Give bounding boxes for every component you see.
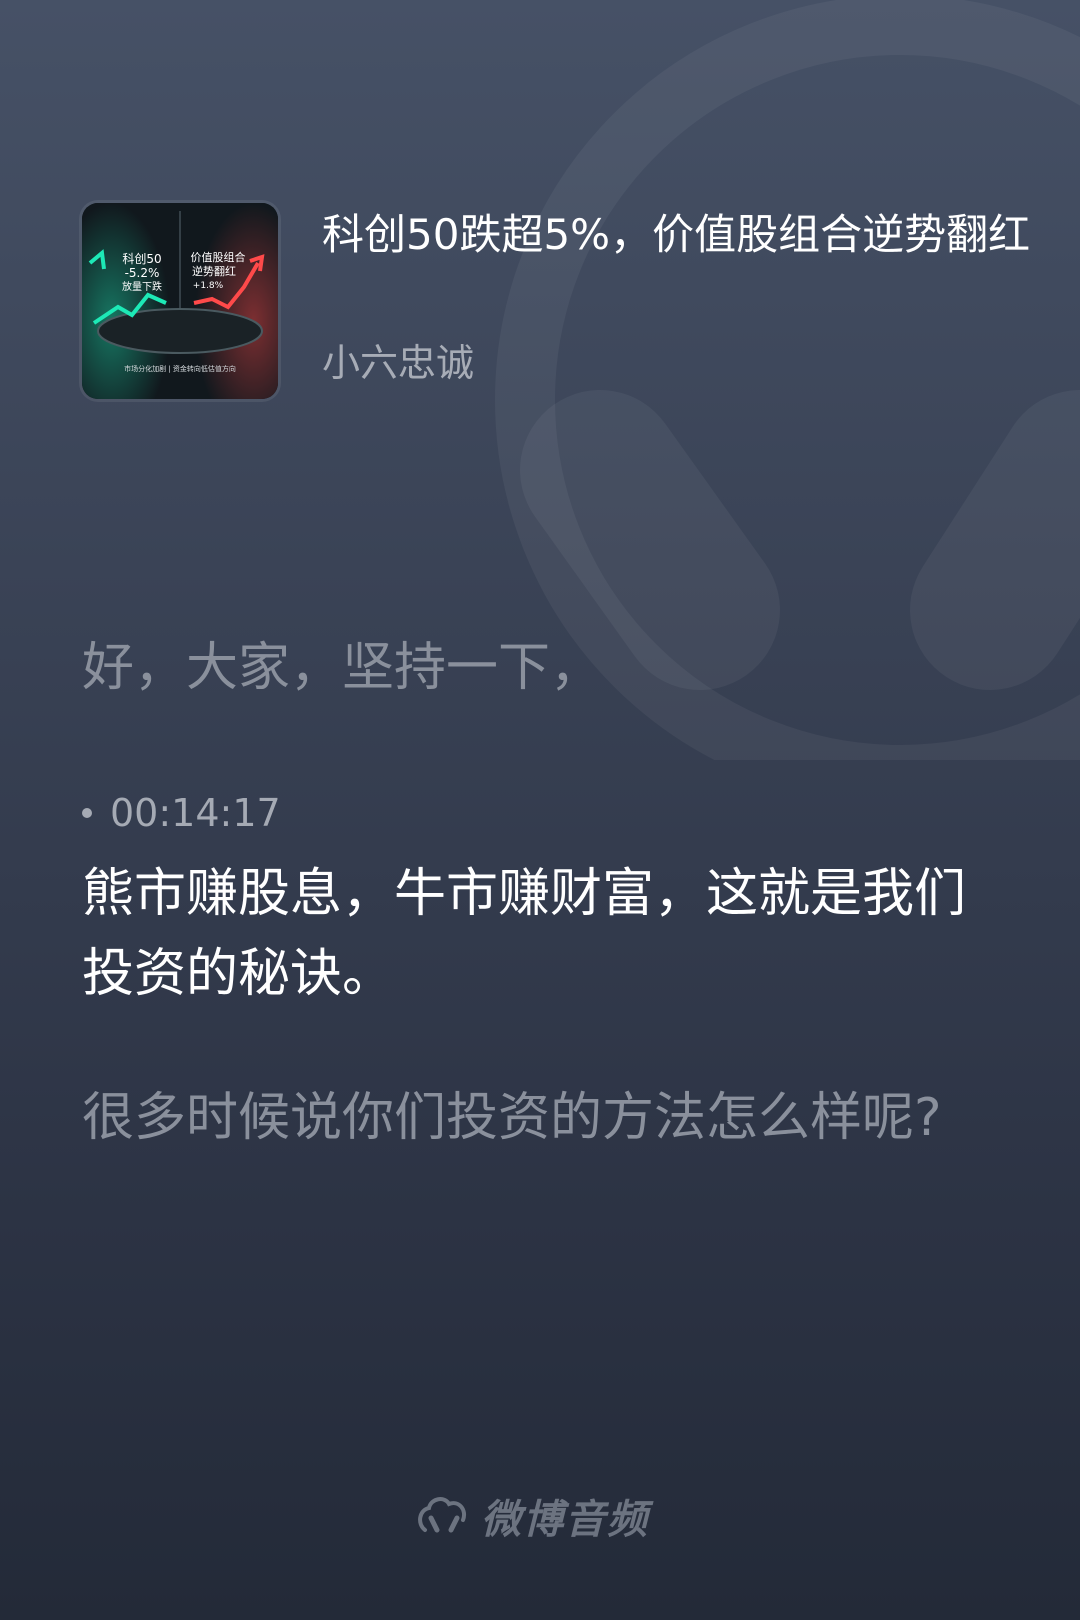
cover-left-label-1: 科创50 (122, 252, 161, 266)
timestamp-dot-icon (82, 808, 92, 818)
cover-caption: 市场分化加剧 | 资金转向低估值方向 (124, 364, 236, 373)
album-cover[interactable]: 科创50 -5.2% 放量下跌 价值股组合 逆势翻红 +1.8% 市场分化加剧 … (82, 203, 278, 399)
lyric-timestamp: 00:14:17 (82, 786, 281, 840)
track-title: 科创50跌超5%，价值股组合逆势翻红 (322, 210, 1031, 259)
track-author[interactable]: 小六忠诚 (322, 335, 474, 391)
lyric-next-line[interactable]: 很多时候说你们投资的方法怎么样呢? (82, 1078, 982, 1158)
cover-left-label-2: -5.2% (125, 266, 160, 280)
cover-left-label-3: 放量下跌 (122, 280, 162, 293)
lyric-current-line[interactable]: 熊市赚股息，牛市赚财富，这就是我们投资的秘诀。 (82, 854, 982, 1014)
lyric-previous-line[interactable]: 好，大家，坚持一下， (82, 628, 982, 708)
weibo-audio-logo-icon (418, 1497, 466, 1533)
timestamp-text: 00:14:17 (110, 791, 281, 835)
track-header: 科创50 -5.2% 放量下跌 价值股组合 逆势翻红 +1.8% 市场分化加剧 … (82, 203, 1042, 403)
cover-right-label-2: 逆势翻红 (192, 264, 236, 278)
brand-name: 微博音频 (481, 1497, 649, 1543)
brand-watermark: 微博音频 (415, 1486, 649, 1546)
cover-right-label-3: +1.8% (193, 281, 224, 291)
cover-right-label-1: 价值股组合 (191, 250, 246, 264)
